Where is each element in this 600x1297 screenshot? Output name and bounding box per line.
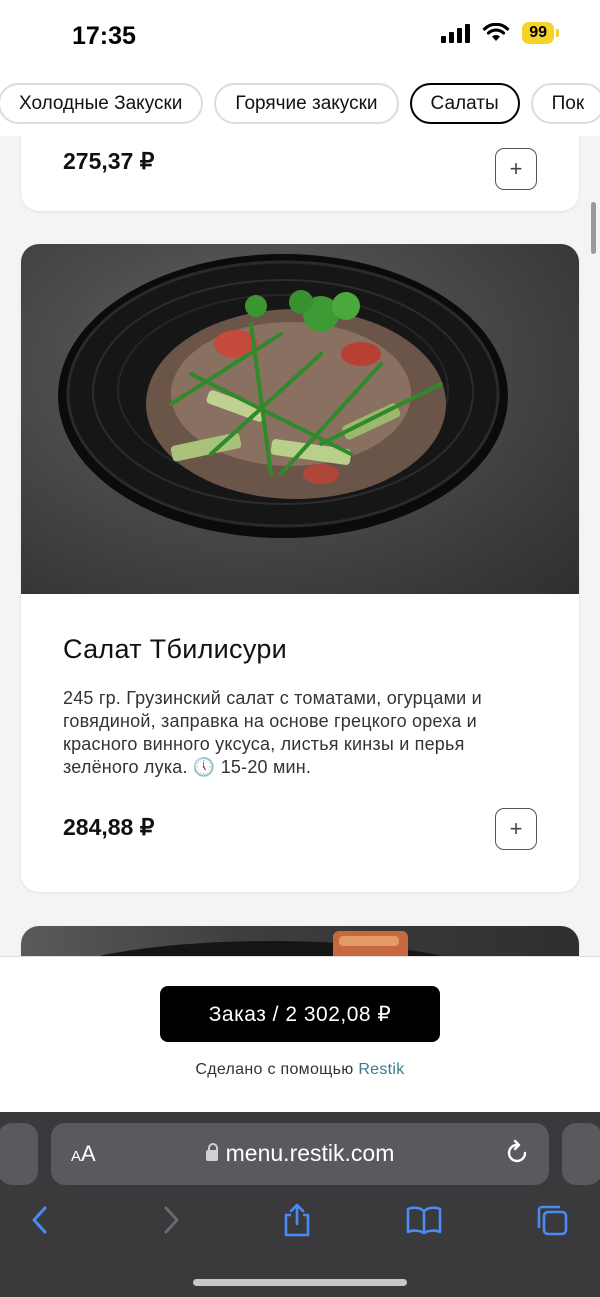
browser-chrome: AA menu.restik.com	[0, 1112, 600, 1297]
tab-hot-appetizers[interactable]: Горячие закуски	[214, 83, 399, 124]
status-bar: 17:35 99	[0, 0, 600, 72]
home-indicator[interactable]	[193, 1279, 407, 1286]
lock-icon	[205, 1143, 218, 1161]
status-time: 17:35	[72, 22, 136, 50]
chevron-left-icon	[32, 1206, 47, 1234]
forward-button[interactable]	[151, 1200, 191, 1240]
share-icon	[284, 1203, 310, 1237]
address-bar[interactable]: AA menu.restik.com	[51, 1123, 549, 1185]
menu-content[interactable]: 275,37 ₽ + Салат Тбилисури 245 гр. Грузи…	[0, 136, 600, 956]
cellular-signal-icon	[441, 23, 471, 43]
add-to-order-button[interactable]: +	[495, 148, 537, 190]
dish-photo	[21, 244, 579, 594]
status-icons: 99	[441, 22, 559, 44]
wifi-icon	[483, 23, 510, 41]
share-button[interactable]	[277, 1200, 317, 1240]
plus-icon: +	[509, 156, 523, 181]
restik-link[interactable]: Restik	[358, 1061, 404, 1078]
previous-tab-preview[interactable]	[0, 1123, 38, 1185]
tab-next-category[interactable]: Пок	[530, 83, 600, 124]
tabs-icon	[537, 1205, 568, 1236]
dish-title: Салат Тбилисури	[63, 634, 288, 664]
reload-icon[interactable]	[503, 1139, 531, 1167]
add-to-order-button[interactable]: +	[495, 808, 537, 850]
menu-item-card[interactable]	[21, 926, 579, 956]
next-tab-preview[interactable]	[562, 1123, 600, 1185]
order-panel: Заказ / 2 302,08 ₽ Сделано с помощью Res…	[0, 956, 600, 1112]
bookmarks-button[interactable]	[404, 1200, 444, 1240]
menu-item-card[interactable]: Салат Тбилисури 245 гр. Грузинский салат…	[21, 244, 579, 892]
plus-icon: +	[509, 816, 523, 841]
menu-item-card: 275,37 ₽ +	[21, 136, 579, 211]
tab-cold-appetizers[interactable]: Холодные Закуски	[0, 83, 204, 124]
url-display[interactable]: menu.restik.com	[51, 1140, 549, 1167]
browser-toolbar	[0, 1200, 600, 1260]
book-icon	[406, 1206, 442, 1235]
dish-photo	[21, 926, 579, 956]
battery-indicator: 99	[522, 22, 559, 44]
dish-description: 245 гр. Грузинский салат с томатами, огу…	[63, 688, 482, 777]
tab-salads[interactable]: Салаты	[409, 83, 520, 124]
made-with-credit: Сделано с помощью Restik	[0, 1061, 600, 1079]
item-price: 284,88 ₽	[63, 814, 155, 840]
scrollbar[interactable]	[591, 202, 596, 254]
chevron-right-icon	[164, 1206, 179, 1234]
item-price: 275,37 ₽	[63, 148, 155, 174]
category-tabs: Холодные Закуски Горячие закуски Салаты …	[0, 72, 600, 136]
made-with-text: Сделано с помощью	[195, 1061, 354, 1078]
order-button[interactable]: Заказ / 2 302,08 ₽	[160, 986, 440, 1042]
back-button[interactable]	[20, 1200, 60, 1240]
tabs-button[interactable]	[532, 1200, 572, 1240]
url-text: menu.restik.com	[225, 1140, 395, 1166]
